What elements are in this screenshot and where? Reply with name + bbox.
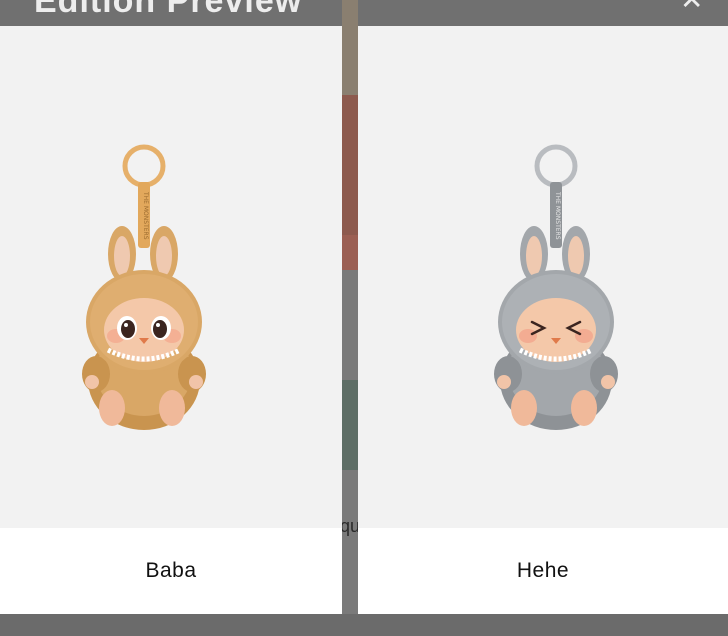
background-image-fragment [342,380,358,470]
product-card-baba[interactable]: THE MONSTERS Baba [0,26,342,614]
product-image-area: THE MONSTERS [358,26,728,528]
product-name-hehe: Hehe [516,559,570,582]
page: Edition Preview ✕ qu THE MONSTERS [0,0,728,636]
svg-text:THE MONSTERS: THE MONSTERS [554,191,561,240]
plush-keychain-icon: THE MONSTERS [82,144,206,430]
background-image-fragment [342,95,358,235]
product-name-label: Hehe [358,528,728,614]
plush-keychain-icon: THE MONSTERS [494,144,618,430]
bottom-bar [0,614,728,636]
background-image-fragment [342,0,358,95]
product-name-baba: Baba [145,559,197,582]
background-page-title: Edition Preview [34,0,303,20]
product-image-area: THE MONSTERS [0,26,342,528]
svg-text:THE MONSTERS: THE MONSTERS [142,191,149,240]
product-name-label: Baba [0,528,342,614]
product-card-hehe[interactable]: THE MONSTERS Hehe [358,26,728,614]
background-image-fragment [342,235,358,270]
background-text-fragment: qu [340,516,360,536]
background-close-icon: ✕ [680,0,710,14]
